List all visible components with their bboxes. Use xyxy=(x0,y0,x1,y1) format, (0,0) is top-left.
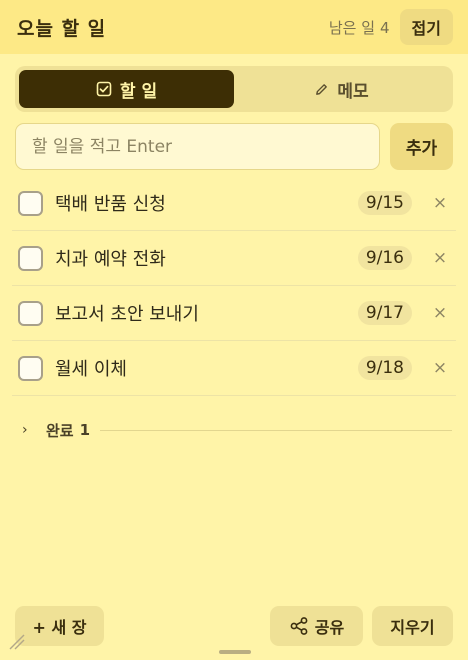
share-icon xyxy=(290,617,308,635)
task-row: 치과 예약 전화 9/16 × xyxy=(12,231,456,286)
task-input[interactable] xyxy=(15,123,380,170)
delete-icon[interactable]: × xyxy=(430,303,450,323)
task-checkbox[interactable] xyxy=(18,190,43,216)
new-page-button[interactable]: + 새 장 xyxy=(15,606,104,646)
due-date-badge: 9/16 xyxy=(357,246,412,270)
remaining-count: 남은 일 4 xyxy=(329,17,390,38)
chevron-right-icon: › xyxy=(22,422,28,438)
due-date-badge: 9/18 xyxy=(357,356,412,380)
tab-memo-label: 메모 xyxy=(337,81,369,102)
task-checkbox[interactable] xyxy=(18,355,43,381)
remaining-label: 남은 일 xyxy=(328,18,375,37)
tab-todo-label: 할 일 xyxy=(119,81,158,102)
tab-memo[interactable]: 메모 xyxy=(234,70,449,108)
pencil-icon xyxy=(316,83,328,95)
task-text: 택배 반품 신청 xyxy=(55,194,166,215)
completed-toggle[interactable]: › 완료 1 xyxy=(22,418,452,442)
collapse-button[interactable]: 접기 xyxy=(399,9,453,45)
task-list: 택배 반품 신청 9/15 × 치과 예약 전화 9/16 × 보고서 초안 보… xyxy=(12,176,456,396)
drag-handle[interactable] xyxy=(219,650,251,654)
due-date-badge: 9/17 xyxy=(357,301,412,325)
remaining-number: 4 xyxy=(380,18,390,37)
checkbox-icon xyxy=(96,81,112,97)
task-text: 월세 이체 xyxy=(55,359,127,380)
task-text: 치과 예약 전화 xyxy=(55,249,166,270)
share-button[interactable]: 공유 xyxy=(270,606,363,646)
header-actions: 남은 일 4 접기 xyxy=(329,9,453,45)
completed-divider xyxy=(100,429,452,431)
completed-count: 1 xyxy=(79,421,91,439)
task-row: 월세 이체 9/18 × xyxy=(12,341,456,396)
due-date-badge: 9/15 xyxy=(357,191,412,215)
header-bar: 오늘 할 일 남은 일 4 접기 xyxy=(0,0,468,54)
tab-todo[interactable]: 할 일 xyxy=(19,70,234,108)
tab-bar: 할 일 메모 xyxy=(15,66,453,112)
task-checkbox[interactable] xyxy=(18,245,43,271)
resize-grip-icon[interactable] xyxy=(8,633,26,651)
task-checkbox[interactable] xyxy=(18,300,43,326)
clear-button[interactable]: 지우기 xyxy=(372,606,453,646)
completed-label: 완료 xyxy=(46,421,74,440)
delete-icon[interactable]: × xyxy=(430,193,450,213)
task-row: 보고서 초안 보내기 9/17 × xyxy=(12,286,456,341)
delete-icon[interactable]: × xyxy=(430,358,450,378)
task-text: 보고서 초안 보내기 xyxy=(55,304,199,325)
page-title: 오늘 할 일 xyxy=(17,17,107,40)
task-row: 택배 반품 신청 9/15 × xyxy=(12,176,456,231)
add-button[interactable]: 추가 xyxy=(390,123,453,170)
delete-icon[interactable]: × xyxy=(430,248,450,268)
add-task-row: 추가 xyxy=(15,123,453,170)
share-label: 공유 xyxy=(314,618,345,637)
